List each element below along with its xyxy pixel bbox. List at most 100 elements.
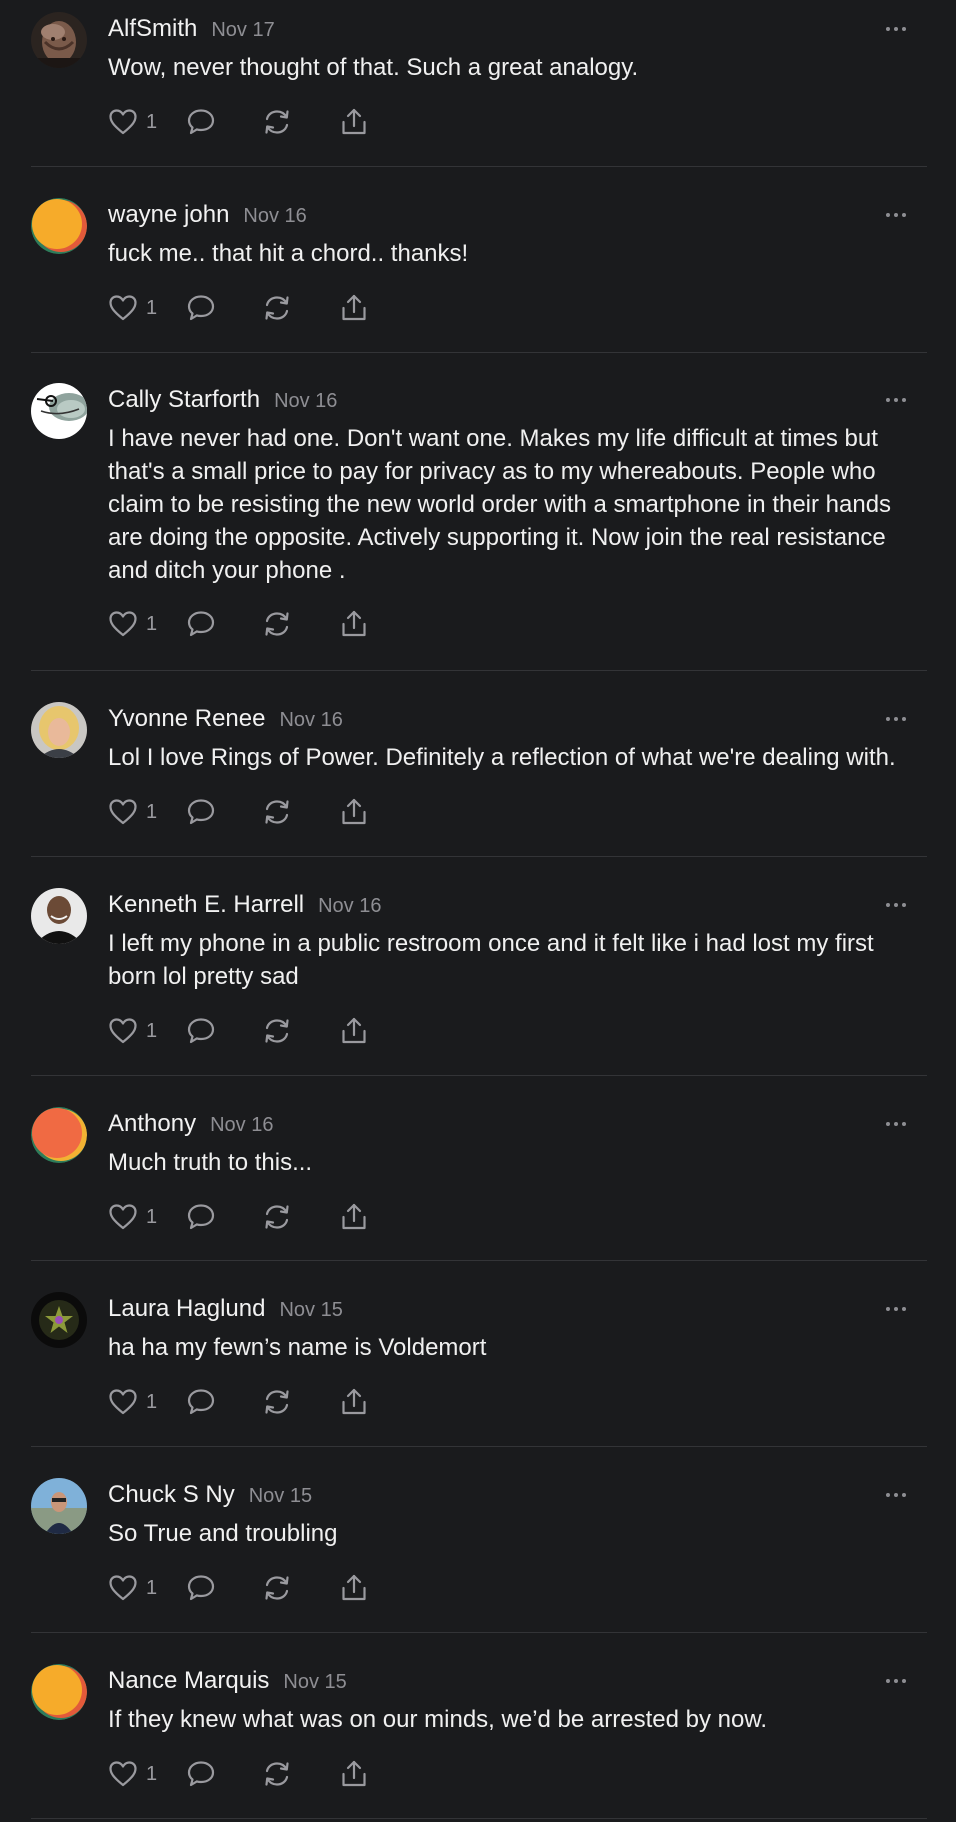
avatar[interactable] <box>31 383 87 439</box>
comment-date[interactable]: Nov 17 <box>211 19 274 41</box>
share-button[interactable] <box>339 1387 379 1417</box>
comment-header: Chuck S Ny Nov 15 <box>108 1480 312 1513</box>
author-name[interactable]: wayne john <box>108 201 229 228</box>
share-button[interactable] <box>339 609 379 639</box>
heart-icon <box>108 108 138 136</box>
comment-date[interactable]: Nov 16 <box>318 895 381 917</box>
comment-header: AlfSmith Nov 17 <box>108 14 275 47</box>
like-button[interactable]: 1 <box>108 1760 186 1788</box>
share-icon <box>339 797 369 827</box>
speech-bubble-icon <box>186 797 216 827</box>
restack-button[interactable] <box>262 609 339 639</box>
heart-icon <box>108 1574 138 1602</box>
more-options-button[interactable] <box>876 1109 916 1139</box>
reply-button[interactable] <box>186 1387 262 1417</box>
comment-date[interactable]: Nov 16 <box>279 709 342 731</box>
like-button[interactable]: 1 <box>108 798 186 826</box>
comment-item: AlfSmith Nov 17 Wow, never thought of tha… <box>0 0 956 166</box>
comment-date[interactable]: Nov 16 <box>243 205 306 227</box>
like-button[interactable]: 1 <box>108 294 186 322</box>
more-options-button[interactable] <box>876 890 916 920</box>
restack-button[interactable] <box>262 797 339 827</box>
more-options-button[interactable] <box>876 704 916 734</box>
author-name[interactable]: Nance Marquis <box>108 1667 269 1694</box>
ellipsis-icon <box>886 717 890 721</box>
share-button[interactable] <box>339 797 379 827</box>
more-options-button[interactable] <box>876 385 916 415</box>
reply-button[interactable] <box>186 1759 262 1789</box>
avatar[interactable] <box>31 1107 87 1163</box>
avatar[interactable] <box>31 12 87 68</box>
more-options-button[interactable] <box>876 14 916 44</box>
restack-button[interactable] <box>262 1202 339 1232</box>
comment-item: Laura Haglund Nov 15 ha ha my fewn’s name… <box>0 1280 956 1446</box>
share-icon <box>339 1016 369 1046</box>
like-button[interactable]: 1 <box>108 1388 186 1416</box>
share-button[interactable] <box>339 1759 379 1789</box>
reply-button[interactable] <box>186 107 262 137</box>
author-name[interactable]: Kenneth E. Harrell <box>108 891 304 918</box>
avatar[interactable] <box>31 1478 87 1534</box>
share-button[interactable] <box>339 107 379 137</box>
reply-button[interactable] <box>186 1573 262 1603</box>
restack-button[interactable] <box>262 1759 339 1789</box>
restack-button[interactable] <box>262 1387 339 1417</box>
avatar[interactable] <box>31 1664 87 1720</box>
like-count: 1 <box>146 800 158 823</box>
share-icon <box>339 1759 369 1789</box>
share-button[interactable] <box>339 1573 379 1603</box>
restack-button[interactable] <box>262 1016 339 1046</box>
author-name[interactable]: Laura Haglund <box>108 1295 265 1322</box>
like-button[interactable]: 1 <box>108 108 186 136</box>
share-icon <box>339 1573 369 1603</box>
like-count: 1 <box>146 1390 158 1413</box>
author-name[interactable]: AlfSmith <box>108 15 197 42</box>
author-name[interactable]: Yvonne Renee <box>108 705 265 732</box>
restack-icon <box>262 1016 292 1046</box>
more-options-button[interactable] <box>876 1666 916 1696</box>
reply-button[interactable] <box>186 293 262 323</box>
reply-button[interactable] <box>186 797 262 827</box>
restack-button[interactable] <box>262 107 339 137</box>
avatar[interactable] <box>31 888 87 944</box>
author-name[interactable]: Anthony <box>108 1110 196 1137</box>
comment-date[interactable]: Nov 15 <box>279 1299 342 1321</box>
comment-actions: 1 <box>108 1385 379 1419</box>
like-button[interactable]: 1 <box>108 610 186 638</box>
reply-button[interactable] <box>186 1016 262 1046</box>
comment-actions: 1 <box>108 1014 379 1048</box>
like-button[interactable]: 1 <box>108 1574 186 1602</box>
more-options-button[interactable] <box>876 1294 916 1324</box>
avatar[interactable] <box>31 198 87 254</box>
like-button[interactable]: 1 <box>108 1203 186 1231</box>
comment-date[interactable]: Nov 16 <box>210 1114 273 1136</box>
reply-button[interactable] <box>186 609 262 639</box>
share-button[interactable] <box>339 293 379 323</box>
comment-date[interactable]: Nov 16 <box>274 390 337 412</box>
speech-bubble-icon <box>186 1016 216 1046</box>
restack-button[interactable] <box>262 293 339 323</box>
heart-icon <box>108 1203 138 1231</box>
like-button[interactable]: 1 <box>108 1017 186 1045</box>
more-options-button[interactable] <box>876 200 916 230</box>
like-count: 1 <box>146 1762 158 1785</box>
more-options-button[interactable] <box>876 1480 916 1510</box>
restack-button[interactable] <box>262 1573 339 1603</box>
comment-date[interactable]: Nov 15 <box>283 1671 346 1693</box>
comment-actions: 1 <box>108 1200 379 1234</box>
author-name[interactable]: Chuck S Ny <box>108 1481 235 1508</box>
share-button[interactable] <box>339 1202 379 1232</box>
comment-actions: 1 <box>108 607 379 641</box>
avatar[interactable] <box>31 1292 87 1348</box>
reply-button[interactable] <box>186 1202 262 1232</box>
comment-date[interactable]: Nov 15 <box>249 1485 312 1507</box>
heart-icon <box>108 1760 138 1788</box>
restack-icon <box>262 293 292 323</box>
divider <box>31 670 927 671</box>
ellipsis-icon <box>886 213 890 217</box>
like-count: 1 <box>146 1205 158 1228</box>
author-name[interactable]: Cally Starforth <box>108 386 260 413</box>
avatar[interactable] <box>31 702 87 758</box>
share-icon <box>339 107 369 137</box>
share-button[interactable] <box>339 1016 379 1046</box>
